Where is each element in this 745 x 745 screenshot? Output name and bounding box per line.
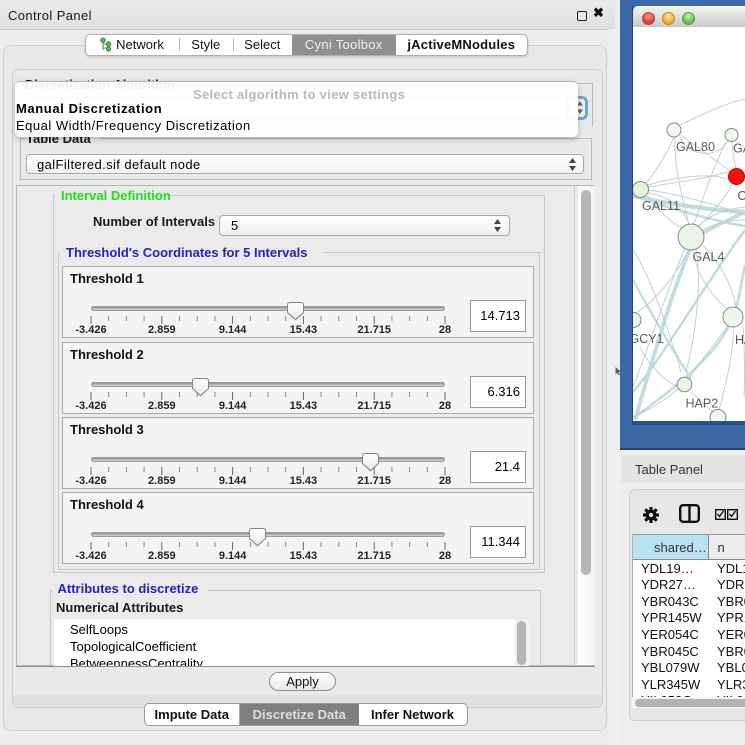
svg-text:GAL80: GAL80 (676, 140, 715, 154)
svg-text:HA: HA (735, 333, 745, 347)
svg-text:CR: CR (738, 189, 745, 203)
svg-text:GA: GA (733, 142, 745, 156)
svg-text:GCY1: GCY1 (633, 332, 664, 346)
svg-text:GAL11: GAL11 (642, 199, 680, 213)
svg-text:HAP2: HAP2 (686, 397, 719, 411)
svg-text:GAL4: GAL4 (693, 250, 725, 264)
